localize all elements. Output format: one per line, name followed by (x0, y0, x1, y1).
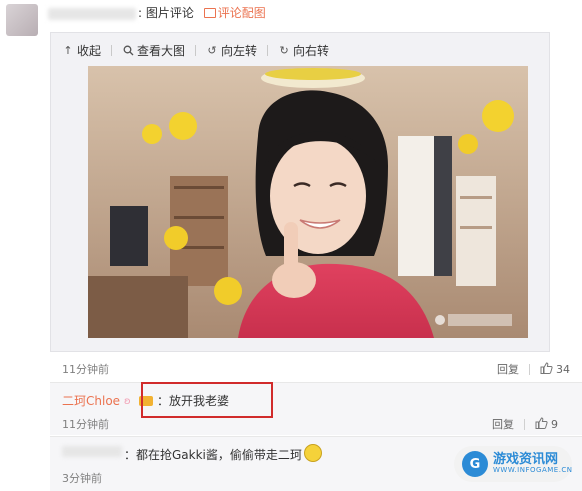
reply-actions: 回复 9 (492, 416, 558, 432)
image-toolbar: ↑ 收起 查看大图 ↺ 向左转 ↻ 向右转 (62, 41, 329, 59)
comment-separator: : (138, 6, 143, 20)
view-large-button[interactable]: 查看大图 (122, 42, 185, 59)
collapse-label: 收起 (77, 43, 102, 58)
comment-photo[interactable] (88, 66, 528, 338)
highlight-box (141, 382, 273, 418)
toolbar-divider (195, 44, 197, 56)
logo-wordmark: 游戏资讯网 WWW.INFOGAME.CN (493, 452, 573, 475)
comment-header: : 图片评论 评论配图 (138, 4, 266, 21)
post-actions: 回复 34 (497, 361, 570, 377)
rotate-right-button[interactable]: ↻ 向右转 (278, 42, 329, 59)
logo-mark: G (462, 451, 488, 477)
rotate-right-icon: ↻ (279, 43, 289, 57)
logo-title: 游戏资讯网 (493, 452, 559, 467)
commenter-avatar[interactable] (6, 4, 38, 36)
photo-illustration (88, 66, 528, 338)
like-button[interactable]: 9 (535, 416, 558, 432)
actions-divider (524, 418, 525, 430)
like-count: 34 (556, 362, 570, 376)
thumbs-up-icon (540, 361, 553, 377)
view-large-label: 查看大图 (137, 43, 186, 58)
rotate-left-icon: ↺ (207, 43, 217, 57)
reply-author-name[interactable]: 二珂Chloe (62, 392, 120, 409)
magnifier-icon (122, 44, 134, 56)
reply-author-redacted (62, 446, 122, 457)
comment-image-link-label: 评论配图 (217, 6, 266, 20)
reply-time: 11分钟前 (62, 418, 109, 431)
verified-badge-icon: ʚ (124, 395, 131, 407)
reply-content: ：都在抢Gakki酱，偷偷带走二珂 (124, 444, 322, 463)
actions-divider (529, 363, 530, 375)
comment-image-link[interactable]: 评论配图 (203, 6, 266, 20)
arrow-up-icon: ↑ (63, 43, 73, 57)
rotate-right-label: 向右转 (293, 43, 330, 58)
reply-button[interactable]: 回复 (492, 416, 514, 432)
thumbs-up-icon (535, 416, 548, 432)
reply-text: ：都在抢Gakki酱，偷偷带走二珂 (124, 448, 302, 462)
commenter-name-redacted (48, 8, 136, 20)
like-button[interactable]: 34 (540, 361, 570, 377)
reply-button[interactable]: 回复 (497, 361, 519, 377)
site-logo: G 游戏资讯网 WWW.INFOGAME.CN (454, 446, 572, 482)
post-time: 11分钟前 (62, 363, 109, 376)
rotate-left-label: 向左转 (221, 43, 258, 58)
comment-type-label: 图片评论 (145, 6, 194, 20)
toolbar-divider (111, 44, 113, 56)
logo-url: WWW.INFOGAME.CN (493, 466, 573, 475)
reply-time: 3分钟前 (62, 472, 102, 485)
grin-emoji-icon (303, 444, 322, 462)
collapse-button[interactable]: ↑ 收起 (62, 42, 101, 59)
like-count: 9 (551, 417, 558, 431)
toolbar-divider (267, 44, 269, 56)
picture-icon (203, 8, 216, 18)
rotate-left-button[interactable]: ↺ 向左转 (206, 42, 257, 59)
